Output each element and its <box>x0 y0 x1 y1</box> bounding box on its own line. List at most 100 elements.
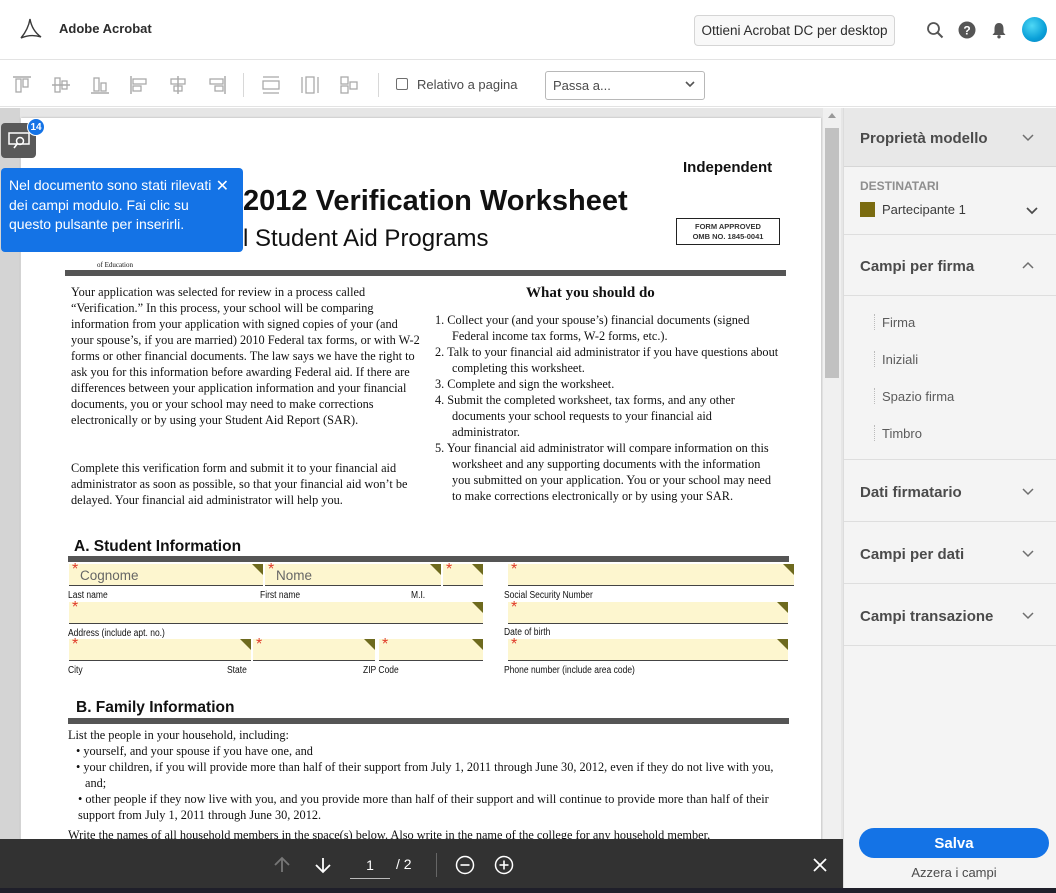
page-total: / 2 <box>396 856 412 872</box>
chevron-down-icon[interactable] <box>1021 130 1035 144</box>
search-icon[interactable] <box>924 19 946 41</box>
field-corner-icon <box>430 564 441 575</box>
page-number-input[interactable]: 1 <box>350 853 390 879</box>
field-corner-icon <box>783 564 794 575</box>
city-field[interactable]: * <box>69 636 251 661</box>
chevron-down-icon[interactable] <box>1025 203 1039 217</box>
signer-data-header[interactable]: Dati firmatario <box>860 484 962 501</box>
participant-selector[interactable]: Partecipante 1 <box>882 202 966 217</box>
align-bottom-icon[interactable] <box>89 74 111 96</box>
signature-field-item[interactable]: Firma <box>882 315 915 330</box>
field-corner-icon <box>777 602 788 613</box>
family-bullet: • yourself, and your spouse if you have … <box>76 744 313 758</box>
relative-to-page-label: Relativo a pagina <box>417 77 518 92</box>
scrollbar-thumb[interactable] <box>825 128 839 378</box>
match-height-icon[interactable] <box>299 74 321 96</box>
address-field[interactable]: * <box>69 599 483 624</box>
family-bullet: • other people if they now live with you… <box>78 792 769 822</box>
stamp-field-item[interactable]: Timbro <box>882 426 922 441</box>
chevron-down-icon[interactable] <box>1021 484 1035 498</box>
steps-list: 1. Collect your (and your spouse’s) fina… <box>435 312 781 504</box>
required-marker: * <box>72 636 79 653</box>
match-width-icon[interactable] <box>260 74 282 96</box>
bell-icon[interactable] <box>988 19 1010 41</box>
ssn-label: Social Security Number <box>504 590 593 601</box>
phone-label: Phone number (include area code) <box>504 665 635 676</box>
first-name-field[interactable]: * Nome <box>265 561 441 586</box>
svg-text:?: ? <box>963 24 970 38</box>
next-page-icon[interactable] <box>311 853 335 877</box>
what-you-should-do-heading: What you should do <box>526 285 655 301</box>
required-marker: * <box>382 636 389 653</box>
toolbar-divider <box>243 73 244 97</box>
participant-color-swatch <box>860 202 875 217</box>
field-corner-icon <box>252 564 263 575</box>
last-name-field[interactable]: * Cognome <box>69 561 263 586</box>
state-field[interactable]: * <box>253 636 375 661</box>
align-middle-icon[interactable] <box>50 74 72 96</box>
signature-fields-header[interactable]: Campi per firma <box>860 258 974 275</box>
prev-page-icon[interactable] <box>270 853 294 877</box>
phone-field[interactable]: * <box>508 636 788 661</box>
template-properties-header[interactable]: Proprietà modello <box>844 108 1056 167</box>
zoom-out-icon[interactable] <box>453 853 477 877</box>
scroll-up-icon[interactable] <box>823 108 841 122</box>
signature-block-item[interactable]: Spazio firma <box>882 389 954 404</box>
align-left-icon[interactable] <box>128 74 150 96</box>
initials-field-item[interactable]: Iniziali <box>882 352 918 367</box>
step-item: 2. Talk to your financial aid administra… <box>435 345 779 375</box>
panel-divider <box>844 521 1056 522</box>
relative-to-page-checkbox[interactable] <box>396 78 408 90</box>
zoom-in-icon[interactable] <box>492 853 516 877</box>
top-bar: Adobe Acrobat Ottieni Acrobat DC per des… <box>0 0 1056 60</box>
user-avatar[interactable] <box>1022 17 1047 42</box>
mi-label: M.I. <box>411 590 426 601</box>
section-a-heading: A. Student Information <box>74 538 242 555</box>
close-icon[interactable]: ✕ <box>216 177 229 197</box>
required-marker: * <box>511 561 518 578</box>
window-bottom-edge <box>0 888 1056 893</box>
field-corner-icon <box>472 639 483 650</box>
page-navigation-bar: 1 / 2 <box>0 839 843 893</box>
first-name-placeholder: Nome <box>276 568 313 583</box>
close-icon[interactable] <box>808 853 832 877</box>
help-icon[interactable]: ? <box>956 19 978 41</box>
save-button[interactable]: Salva <box>859 828 1049 858</box>
reset-fields-link[interactable]: Azzera i campi <box>844 865 1056 880</box>
transaction-fields-header[interactable]: Campi transazione <box>860 608 993 625</box>
field-detection-tooltip: Nel documento sono stati rilevati dei ca… <box>1 168 243 252</box>
address-label: Address (include apt. no.) <box>68 628 165 639</box>
intro-paragraph-2: Complete this verification form and subm… <box>71 461 408 507</box>
item-guide <box>874 388 875 404</box>
step-item: 1. Collect your (and your spouse’s) fina… <box>435 313 750 343</box>
family-instructions: Write the names of all household members… <box>68 828 711 839</box>
panel-divider <box>844 459 1056 460</box>
panel-divider <box>844 295 1056 296</box>
chevron-up-icon[interactable] <box>1021 258 1035 272</box>
family-intro: List the people in your household, inclu… <box>68 728 289 742</box>
dob-field[interactable]: * <box>508 599 788 624</box>
first-name-label: First name <box>260 590 301 601</box>
match-size-icon[interactable] <box>338 74 360 96</box>
chevron-down-icon[interactable] <box>1021 608 1035 622</box>
chevron-down-icon[interactable] <box>1021 546 1035 560</box>
goto-select[interactable]: Passa a... <box>545 71 705 100</box>
align-right-icon[interactable] <box>206 74 228 96</box>
align-top-icon[interactable] <box>11 74 33 96</box>
panel-divider <box>844 645 1056 646</box>
last-name-placeholder: Cognome <box>80 568 139 583</box>
get-desktop-button[interactable]: Ottieni Acrobat DC per desktop <box>694 15 895 46</box>
app-name: Adobe Acrobat <box>59 21 152 36</box>
middle-initial-field[interactable]: * <box>443 561 483 586</box>
field-corner-icon <box>472 564 483 575</box>
data-fields-header[interactable]: Campi per dati <box>860 546 964 563</box>
section-b-heading: B. Family Information <box>76 699 235 716</box>
field-corner-icon <box>240 639 251 650</box>
align-center-icon[interactable] <box>167 74 189 96</box>
zip-field[interactable]: * <box>379 636 483 661</box>
acrobat-logo-icon[interactable] <box>18 16 44 42</box>
step-item: 3. Complete and sign the worksheet. <box>435 377 615 391</box>
tooltip-message: Nel documento sono stati rilevati dei ca… <box>9 177 212 232</box>
ssn-field[interactable]: * <box>508 561 794 586</box>
omb-line-2: OMB NO. 1845-0041 <box>692 232 764 241</box>
